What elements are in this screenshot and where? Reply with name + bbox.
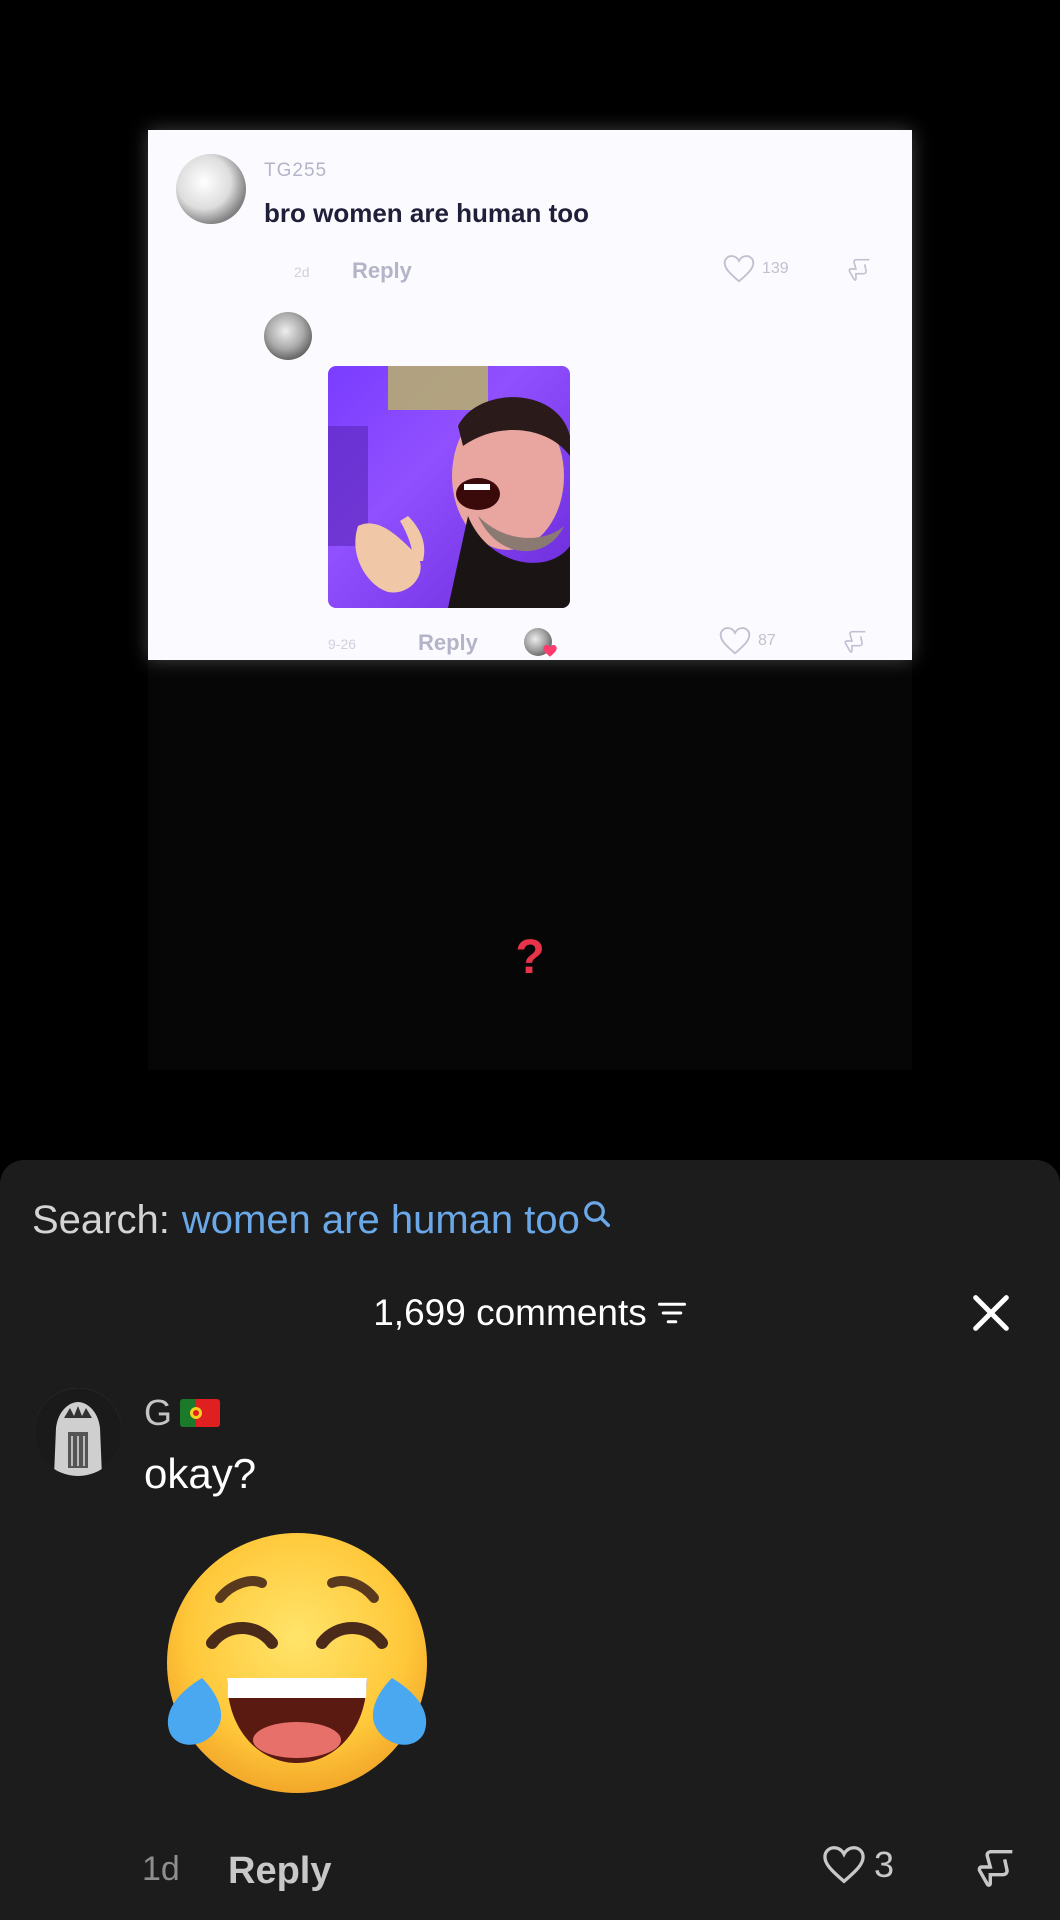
search-query-link[interactable]: women are human too <box>182 1198 580 1243</box>
search-suggestion[interactable]: Search: women are human too <box>32 1198 612 1243</box>
screenshot-comment-text: bro women are human too <box>264 198 590 228</box>
dislike-icon[interactable] <box>974 1844 1020 1890</box>
comment-text: okay? <box>144 1450 257 1497</box>
avatar[interactable] <box>34 1388 122 1476</box>
meme-image <box>328 366 570 608</box>
dislike-icon <box>848 258 870 281</box>
creator-heart-icon <box>543 644 557 657</box>
comments-count: 1,699 comments <box>373 1292 647 1333</box>
close-icon[interactable] <box>968 1290 1014 1336</box>
laughing-man-image <box>328 366 570 608</box>
heart-outline-icon <box>719 627 751 655</box>
screenshot-comment-time: 2d <box>294 264 310 280</box>
search-prefix: Search: <box>32 1198 170 1242</box>
comment-time: 1d <box>142 1850 180 1888</box>
like-count: 3 <box>874 1844 895 1885</box>
video-overlay-question-mark: ? <box>515 931 545 984</box>
screenshot-username: TG255 <box>264 160 328 181</box>
reply-button[interactable]: Reply <box>228 1850 331 1893</box>
heart-outline-icon <box>823 1846 865 1884</box>
heart-outline-icon <box>723 255 755 283</box>
screen: TG255 bro women are human too 2d Reply 1… <box>0 0 1060 1920</box>
portugal-flag-icon <box>180 1399 221 1427</box>
tears-of-joy-emoji-icon <box>167 1533 427 1793</box>
screenshot-avatar-1 <box>176 154 246 224</box>
filter-icon[interactable] <box>657 1300 687 1326</box>
search-icon[interactable] <box>582 1199 612 1229</box>
avatar-image <box>34 1388 122 1476</box>
screenshot-reply-time: 9-26 <box>328 636 357 652</box>
comments-header: 1,699 comments <box>0 1292 1060 1334</box>
comments-sheet: Search: women are human too 1,699 commen… <box>0 1160 1060 1920</box>
video-comment-screenshot: TG255 bro women are human too 2d Reply 1… <box>148 130 912 660</box>
comment-author[interactable]: G <box>144 1392 172 1434</box>
dislike-icon <box>844 630 866 653</box>
screenshot-likes-count: 139 <box>762 260 789 277</box>
screenshot-reply-likes-count: 87 <box>758 632 776 649</box>
like-button[interactable]: 3 <box>822 1844 894 1886</box>
screenshot-reply-likes: 87 <box>718 626 776 656</box>
screenshot-avatar-2 <box>264 312 312 360</box>
comment-author-row: G <box>144 1392 221 1434</box>
screenshot-reply-label-2: Reply <box>418 630 478 655</box>
screenshot-likes: 139 <box>722 254 789 284</box>
screenshot-reply-label: Reply <box>352 258 412 283</box>
